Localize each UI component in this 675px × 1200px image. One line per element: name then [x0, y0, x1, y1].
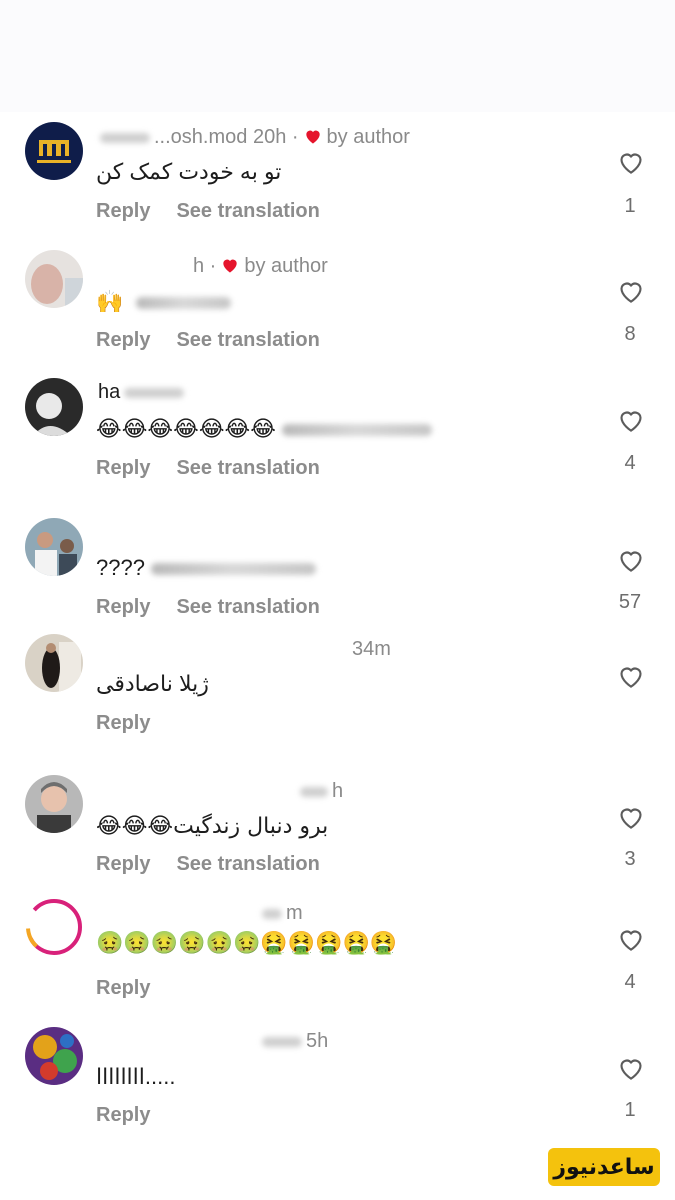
heart-outline-icon	[620, 153, 642, 174]
reply-button[interactable]: Reply	[96, 329, 150, 351]
comment-emoji: 🙌	[96, 290, 124, 315]
comment-actions: Reply See translation	[96, 457, 320, 480]
comment-meta: ...osh.mod 20h · by author	[100, 125, 410, 149]
by-author-label: by author	[326, 126, 410, 148]
comment-meta: h · by author	[193, 255, 328, 277]
like-button[interactable]	[614, 405, 648, 435]
reply-button[interactable]: Reply	[96, 200, 150, 222]
like-count: 57	[618, 591, 642, 613]
comment-emoji: 😂😂😂😂😂😂😂	[96, 417, 276, 442]
like-count: 1	[624, 195, 636, 217]
avatar[interactable]	[25, 898, 83, 956]
avatar[interactable]	[25, 1027, 83, 1085]
avatar[interactable]	[25, 775, 83, 833]
by-author-label: by author	[244, 255, 328, 277]
avatar[interactable]	[25, 378, 83, 436]
heart-outline-icon	[620, 667, 642, 688]
like-button[interactable]	[614, 545, 648, 575]
comment-text: 🤢🤢🤢🤢🤢🤢🤮🤮🤮🤮🤮	[96, 928, 397, 959]
like-button[interactable]	[614, 924, 648, 954]
comment-emoji: 🤢🤢🤢🤢🤢🤢🤮🤮🤮🤮🤮	[96, 931, 398, 956]
see-translation-button[interactable]: See translation	[176, 853, 319, 875]
like-count: 8	[624, 323, 636, 345]
comment-time: 5h	[306, 1030, 329, 1052]
comment-time: 20h	[252, 126, 287, 148]
redacted-text	[282, 424, 433, 437]
comment-text: 😂😂😂😂😂😂😂	[96, 414, 433, 445]
site-watermark: ساعدنیوز	[548, 1148, 660, 1186]
comment-text-visible: ????	[96, 555, 145, 580]
comment-actions: Reply	[96, 712, 150, 735]
username[interactable]: ha	[98, 381, 120, 403]
like-button[interactable]	[614, 276, 648, 306]
author-heart-icon	[223, 259, 238, 273]
reply-button[interactable]: Reply	[96, 1104, 150, 1126]
like-button[interactable]	[614, 802, 648, 832]
heart-outline-icon	[620, 411, 642, 432]
heart-outline-icon	[620, 808, 642, 829]
comment-actions: Reply See translation	[96, 200, 320, 223]
comment-time: m	[286, 902, 303, 924]
see-translation-button[interactable]: See translation	[176, 200, 319, 222]
like-count: 1	[624, 1099, 636, 1121]
avatar[interactable]	[25, 518, 83, 576]
like-count: 3	[624, 848, 636, 870]
heart-outline-icon	[620, 282, 642, 303]
reply-button[interactable]: Reply	[96, 596, 150, 618]
username[interactable]: ...osh.mod	[154, 126, 247, 148]
like-button[interactable]	[614, 147, 648, 177]
comment-meta: 5h	[262, 1029, 328, 1053]
comment-meta: ha	[98, 380, 188, 404]
comment-meta: 34m	[352, 637, 391, 661]
comment-actions: Reply	[96, 977, 150, 1000]
comment-text: اااااااا.....	[96, 1064, 176, 1089]
comment-meta: m	[262, 901, 303, 925]
comment-text: برو دنبال زندگیت😂😂😂	[96, 811, 328, 842]
comment-text: ژیلا ناصادقی	[96, 671, 209, 696]
comment-time: h	[332, 780, 344, 802]
avatar[interactable]	[25, 250, 83, 308]
comment-emoji-text: برو دنبال زندگیت😂😂😂	[96, 814, 329, 839]
comment-meta: h	[300, 779, 343, 803]
comment-text: ????	[96, 553, 317, 583]
heart-outline-icon	[620, 930, 642, 951]
reply-button[interactable]: Reply	[96, 712, 150, 734]
heart-outline-icon	[620, 551, 642, 572]
reply-button[interactable]: Reply	[96, 457, 150, 479]
avatar[interactable]	[25, 634, 83, 692]
see-translation-button[interactable]: See translation	[176, 329, 319, 351]
like-button[interactable]	[614, 1053, 648, 1083]
comment-text: تو به خودت کمک کن	[96, 159, 282, 184]
comment-actions: Reply See translation	[96, 596, 320, 619]
comment-time: h	[193, 255, 205, 277]
avatar[interactable]	[25, 122, 83, 180]
comment-text: 🙌	[96, 287, 231, 318]
see-translation-button[interactable]: See translation	[176, 596, 319, 618]
top-bar	[0, 0, 675, 112]
reply-button[interactable]: Reply	[96, 977, 150, 999]
comment-actions: Reply	[96, 1104, 150, 1127]
comment-actions: Reply See translation	[96, 853, 320, 876]
reply-button[interactable]: Reply	[96, 853, 150, 875]
comment-actions: Reply See translation	[96, 329, 320, 352]
see-translation-button[interactable]: See translation	[176, 457, 319, 479]
like-count: 4	[624, 971, 636, 993]
comment-time: 34m	[352, 638, 391, 660]
heart-outline-icon	[620, 1059, 642, 1080]
redacted-text	[135, 297, 231, 310]
like-button[interactable]	[614, 661, 648, 691]
redacted-text	[151, 563, 317, 576]
like-count: 4	[624, 452, 636, 474]
author-heart-icon	[305, 130, 320, 144]
